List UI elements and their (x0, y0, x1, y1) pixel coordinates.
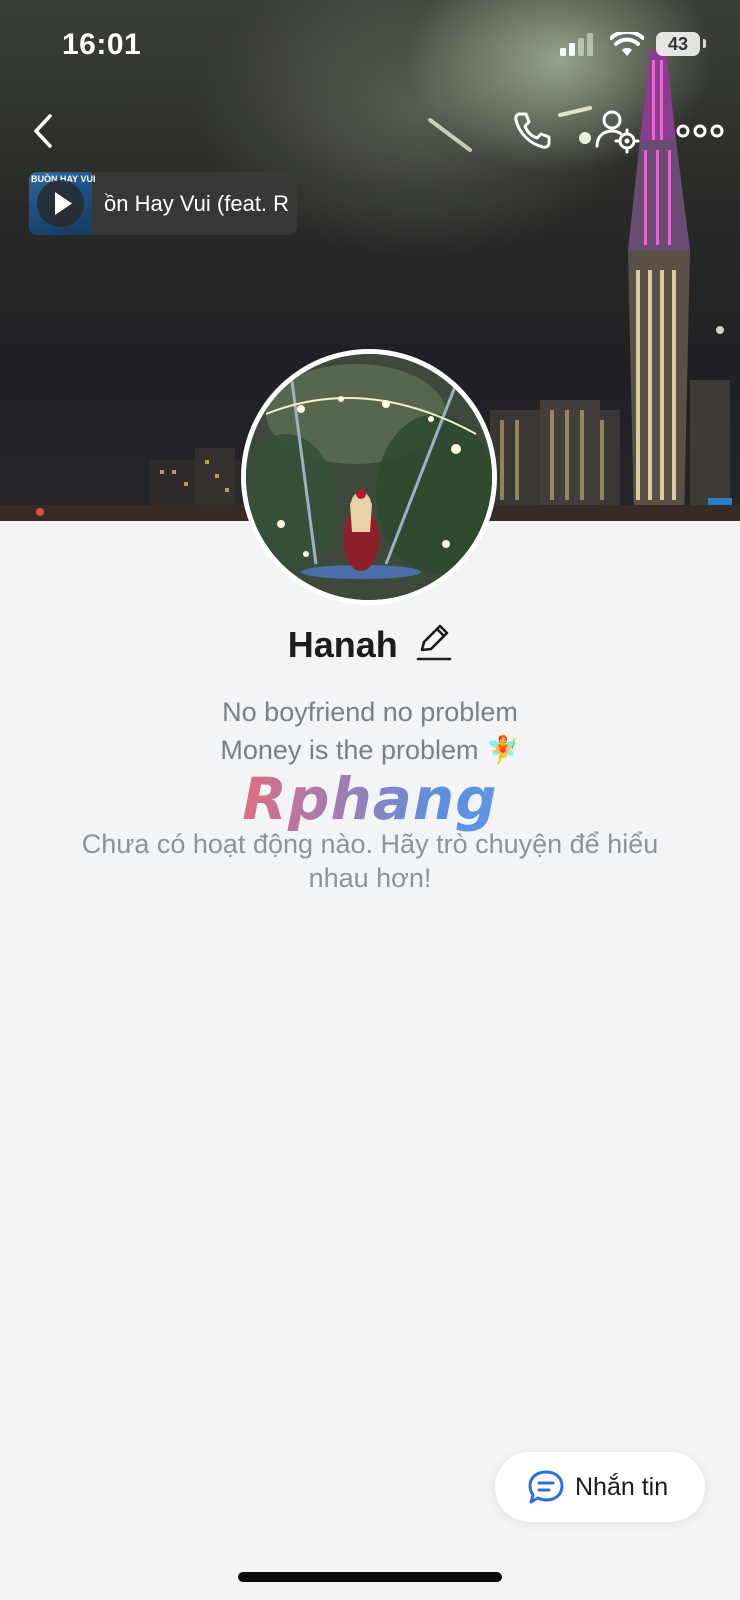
back-button[interactable] (26, 108, 62, 154)
play-icon (55, 192, 72, 215)
status-bar: 16:01 43 (0, 0, 740, 92)
user-gear-icon (595, 110, 640, 154)
pencil-icon (416, 624, 452, 661)
phone-icon (514, 112, 551, 149)
profile-name-row: Hanah (0, 622, 740, 678)
profile-settings-button[interactable] (594, 106, 640, 154)
send-message-label: Nhắn tin (575, 1473, 669, 1501)
profile-avatar[interactable] (241, 349, 497, 605)
cellular-signal-icon (560, 33, 593, 56)
send-message-button[interactable]: Nhắn tin (495, 1452, 705, 1522)
bio-line-1: No boyfriend no problem (222, 697, 518, 727)
more-dots-icon (676, 124, 724, 138)
music-title: ồn Hay Vui (feat. R (104, 191, 290, 216)
avatar-photo (246, 354, 492, 600)
watermark-logo: Rphang (0, 765, 740, 833)
battery-indicator: 43 (656, 32, 700, 56)
wifi-icon (610, 32, 644, 56)
profile-bio: No boyfriend no problem Money is the pro… (0, 693, 740, 769)
edit-name-button[interactable] (416, 622, 452, 667)
chat-bubble-icon (528, 1470, 564, 1504)
music-album-art: BUỒN HAY VUI (29, 172, 96, 235)
status-time: 16:01 (62, 28, 142, 61)
home-indicator[interactable] (238, 1572, 502, 1582)
chevron-left-icon (34, 114, 52, 148)
profile-music-player[interactable]: BUỒN HAY VUI ồn Hay Vui (feat. R (29, 172, 297, 235)
status-icons: 43 (560, 30, 710, 60)
battery-tip (703, 39, 706, 48)
music-play-button[interactable] (37, 180, 84, 227)
avatar-scene (246, 354, 492, 600)
call-button[interactable] (510, 108, 554, 152)
more-options-button[interactable] (676, 118, 724, 144)
empty-activity-message: Chưa có hoạt động nào. Hãy trò chuyện để… (81, 829, 659, 893)
profile-name: Hanah (287, 623, 398, 665)
bio-line-2: Money is the problem 🧚 (220, 735, 520, 765)
